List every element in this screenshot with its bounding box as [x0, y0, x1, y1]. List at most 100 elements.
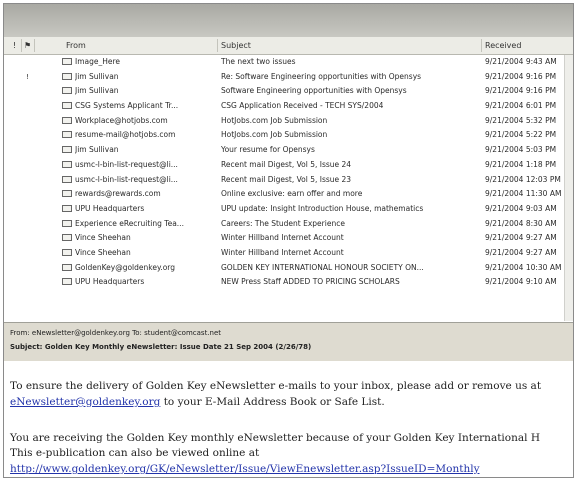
message-from: CSG Systems Applicant Tr... — [75, 101, 179, 111]
envelope-icon — [62, 131, 72, 139]
envelope-icon — [62, 219, 72, 227]
message-received: 9/21/2004 5:03 PM — [485, 145, 557, 155]
message-from: Image_Here — [75, 57, 121, 66]
message-from: Vince Sheehan — [75, 247, 131, 257]
preview-body: To ensure the delivery of Golden Key eNe… — [4, 361, 573, 477]
message-received: 9/21/2004 9:43 AM — [485, 57, 557, 66]
preview-header: From: eNewsletter@goldenkey.org To: stud… — [4, 322, 573, 361]
envelope-icon — [62, 204, 72, 212]
message-list: Image_Here The next two issues 9/21/2004 9… — [4, 55, 573, 321]
importance-flag: ! — [26, 72, 29, 81]
flag-column-header[interactable]: ⚑ — [24, 41, 31, 50]
envelope-icon — [62, 175, 72, 183]
body-line-1: To ensure the delivery of Golden Key eNe… — [10, 380, 542, 392]
envelope-icon — [62, 234, 72, 242]
message-received: 9/21/2004 6:01 PM — [485, 101, 557, 111]
message-row[interactable]: Jim Sullivan Your resume for Opensys 9/21/… — [4, 143, 573, 158]
message-row[interactable]: UPU Headquarters NEW Press Staff ADDED TO… — [4, 275, 573, 290]
envelope-icon — [62, 58, 72, 65]
message-subject: Careers: The Student Experience — [221, 218, 345, 228]
message-row[interactable]: Image_Here The next two issues 9/21/2004 9… — [4, 55, 573, 70]
message-received: 9/21/2004 9:16 PM — [485, 86, 557, 96]
message-subject: CSG Application Received - TECH SYS/2004 — [221, 101, 384, 111]
envelope-icon — [62, 278, 72, 286]
message-row[interactable]: Workplace@hotjobs.com HotJobs.com Job Sub… — [4, 114, 573, 129]
message-row[interactable]: rewards@rewards.com Online exclusive: ear… — [4, 187, 573, 202]
message-row[interactable]: Vince Sheehan Winter Hillband Internet Ac… — [4, 231, 573, 246]
from-column-header[interactable]: From — [66, 41, 86, 50]
envelope-icon — [62, 72, 72, 80]
message-subject: Winter Hillband Internet Account — [221, 247, 344, 257]
message-subject: Software Engineering opportunities with … — [221, 86, 407, 96]
envelope-icon — [62, 263, 72, 271]
view-online-link[interactable]: http://www.goldenkey.org/GK/eNewsletter/… — [10, 463, 480, 475]
message-subject: Online exclusive: earn offer and more — [221, 189, 363, 199]
envelope-icon — [62, 116, 72, 124]
envelope-icon — [62, 87, 72, 95]
importance-column-header[interactable]: ! — [13, 41, 16, 50]
message-from: rewards@rewards.com — [75, 189, 161, 199]
message-row[interactable]: Vince Sheehan Winter Hillband Internet Ac… — [4, 246, 573, 261]
message-from: usmc-l-bin-list-request@li... — [75, 159, 178, 169]
message-from: GoldenKey@goldenkey.org — [75, 262, 176, 272]
message-from: Jim Sullivan — [75, 71, 119, 81]
message-received: 9/21/2004 9:10 AM — [485, 277, 557, 287]
message-row[interactable]: CSG Systems Applicant Tr... CSG Applicati… — [4, 99, 573, 114]
body-line-5: http://www.goldenkey.org/GK/eNewsletter/… — [10, 462, 480, 476]
message-subject: UPU update: Insight Introduction House, … — [221, 203, 424, 213]
message-from: Jim Sullivan — [75, 145, 119, 155]
message-from: Workplace@hotjobs.com — [75, 115, 168, 125]
preview-from-line: From: eNewsletter@goldenkey.org To: stud… — [10, 329, 222, 337]
envelope-icon — [62, 190, 72, 198]
message-from: Vince Sheehan — [75, 233, 131, 243]
message-subject: HotJobs.com Job Submission — [221, 115, 328, 125]
message-received: 9/21/2004 11:30 AM — [485, 189, 562, 199]
subject-column-header[interactable]: Subject — [221, 41, 251, 50]
message-row[interactable]: Experience eRecruiting Tea... Careers: Th… — [4, 217, 573, 232]
message-from: usmc-l-bin-list-request@li... — [75, 174, 178, 184]
message-from: resume-mail@hotjobs.com — [75, 130, 176, 140]
message-subject: HotJobs.com Job Submission — [221, 130, 328, 140]
message-from: UPU Headquarters — [75, 277, 145, 287]
message-received: 9/21/2004 9:27 AM — [485, 247, 557, 257]
message-row[interactable]: usmc-l-bin-list-request@li... Recent mail… — [4, 173, 573, 188]
newsletter-email-link[interactable]: eNewsletter@goldenkey.org — [10, 396, 160, 408]
message-received: 9/21/2004 10:30 AM — [485, 262, 562, 272]
envelope-icon — [62, 248, 72, 256]
envelope-icon — [62, 160, 72, 168]
message-row[interactable]: UPU Headquarters UPU update: Insight Intr… — [4, 202, 573, 217]
message-from: UPU Headquarters — [75, 203, 145, 213]
message-from: Experience eRecruiting Tea... — [75, 218, 184, 228]
body-line-3: You are receiving the Golden Key monthly… — [10, 432, 540, 444]
message-received: 9/21/2004 5:22 PM — [485, 130, 557, 140]
message-list-scrollbar[interactable] — [564, 55, 573, 321]
message-row[interactable]: usmc-l-bin-list-request@li... Recent mail… — [4, 158, 573, 173]
envelope-icon — [62, 146, 72, 154]
message-received: 9/21/2004 8:30 AM — [485, 218, 557, 228]
envelope-icon — [62, 102, 72, 110]
message-received: 9/21/2004 12:03 PM — [485, 174, 561, 184]
received-column-header[interactable]: Received — [485, 41, 521, 50]
message-received: 9/21/2004 1:18 PM — [485, 159, 557, 169]
message-row[interactable]: resume-mail@hotjobs.com HotJobs.com Job S… — [4, 128, 573, 143]
message-received: 9/21/2004 9:27 AM — [485, 233, 557, 243]
message-row[interactable]: Jim Sullivan Software Engineering opportu… — [4, 84, 573, 99]
message-received: 9/21/2004 5:32 PM — [485, 115, 557, 125]
body-line-2-text: to your E-Mail Address Book or Safe List… — [160, 396, 385, 408]
message-row[interactable]: ! Jim Sullivan Re: Software Engineering op… — [4, 70, 573, 85]
email-client-window: ! ⚑ From Subject Received Image_Here The … — [3, 3, 574, 478]
message-subject: Recent mail Digest, Vol 5, Issue 24 — [221, 159, 352, 169]
message-row[interactable]: GoldenKey@goldenkey.org GOLDEN KEY INTERN… — [4, 261, 573, 276]
message-subject: Recent mail Digest, Vol 5, Issue 23 — [221, 174, 352, 184]
message-list-header: ! ⚑ From Subject Received — [4, 37, 573, 55]
message-subject: Re: Software Engineering opportunities w… — [221, 71, 422, 81]
message-subject: GOLDEN KEY INTERNATIONAL HONOUR SOCIETY … — [221, 262, 424, 272]
toolbar — [4, 4, 573, 38]
message-subject: Your resume for Opensys — [221, 145, 315, 155]
message-subject: Winter Hillband Internet Account — [221, 233, 344, 243]
body-line-4: This e-publication can also be viewed on… — [10, 447, 260, 459]
message-received: 9/21/2004 9:16 PM — [485, 71, 557, 81]
message-subject: NEW Press Staff ADDED TO PRICING SCHOLAR… — [221, 277, 400, 287]
message-subject: The next two issues — [221, 57, 296, 66]
message-from: Jim Sullivan — [75, 86, 119, 96]
